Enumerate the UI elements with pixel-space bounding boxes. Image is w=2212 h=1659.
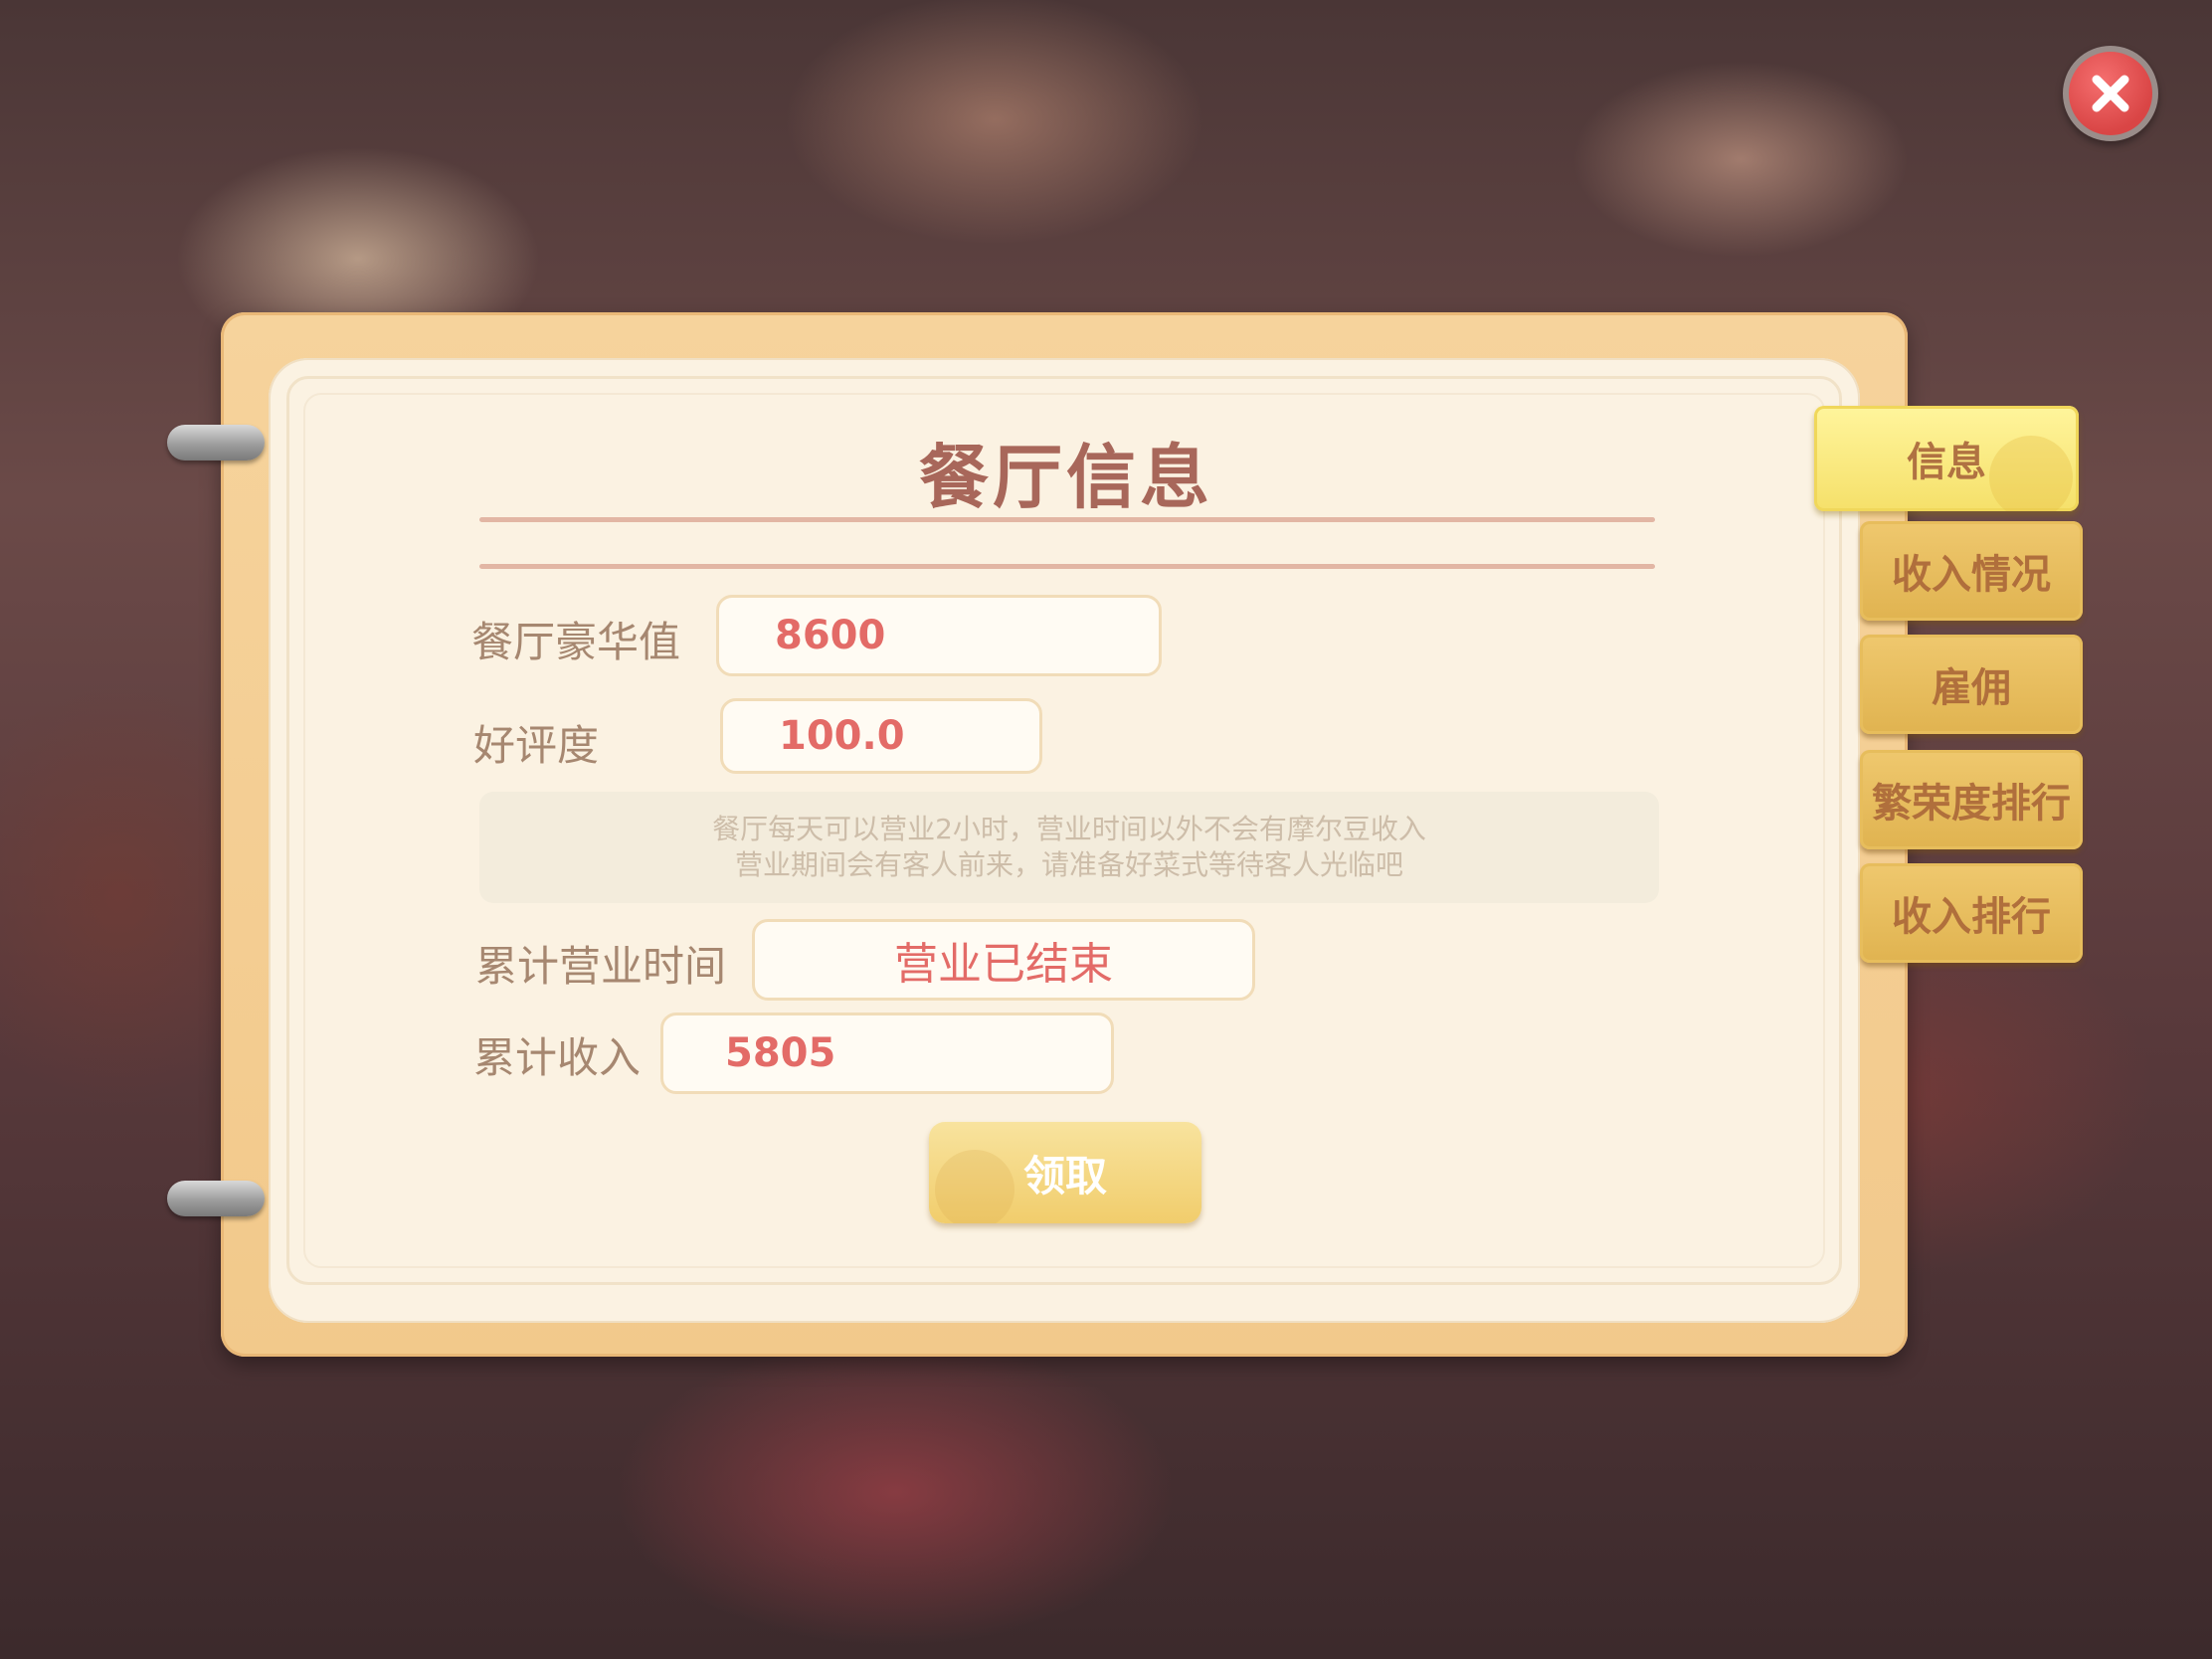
binder-ring-bottom [167,1181,265,1216]
page-title: 餐厅信息 [919,437,1213,518]
rating-label: 好评度 [473,721,600,770]
notice-line-1: 餐厅每天可以营业2小时，营业时间以外不会有摩尔豆收入 [712,813,1426,845]
luxury-label: 餐厅豪华值 [471,618,681,666]
tab-info-label: 信息 [1907,440,1986,485]
close-button[interactable] [2063,46,2158,141]
title-divider-top [479,517,1655,522]
title-divider-bottom [479,564,1655,569]
tab-hire-label: 雇佣 [1932,665,2011,711]
tab-income-status-label: 收入情况 [1892,552,2051,598]
business-time-label: 累计营业时间 [475,942,727,991]
business-time-value: 营业已结束 [752,919,1255,1001]
smiley-decoration-icon [1989,436,2073,511]
tab-income-status[interactable]: 收入情况 [1860,521,2083,621]
notice-line-2: 营业期间会有客人前来，请准备好菜式等待客人光临吧 [734,848,1403,881]
income-value: 5805 [660,1013,1114,1094]
game-scene: 餐厅信息 餐厅豪华值 8600 好评度 100.0 餐厅每天可以营业2小时，营业… [0,0,2212,1659]
smiley-decoration-icon [935,1150,1014,1223]
claim-button[interactable]: 领取 [929,1122,1201,1223]
rating-value: 100.0 [720,698,1042,774]
tab-income-ranking[interactable]: 收入排行 [1860,863,2083,963]
tab-hire[interactable]: 雇佣 [1860,635,2083,734]
luxury-value: 8600 [716,595,1162,676]
tab-prosperity-ranking-label: 繁荣度排行 [1872,781,2071,827]
tab-prosperity-ranking[interactable]: 繁荣度排行 [1860,750,2083,849]
tab-income-ranking-label: 收入排行 [1892,894,2051,940]
claim-button-label: 领取 [1022,1151,1107,1200]
close-icon [2092,75,2129,112]
tab-info[interactable]: 信息 [1814,406,2079,511]
income-label: 累计收入 [473,1033,642,1082]
business-notice: 餐厅每天可以营业2小时，营业时间以外不会有摩尔豆收入 营业期间会有客人前来，请准… [479,792,1659,903]
